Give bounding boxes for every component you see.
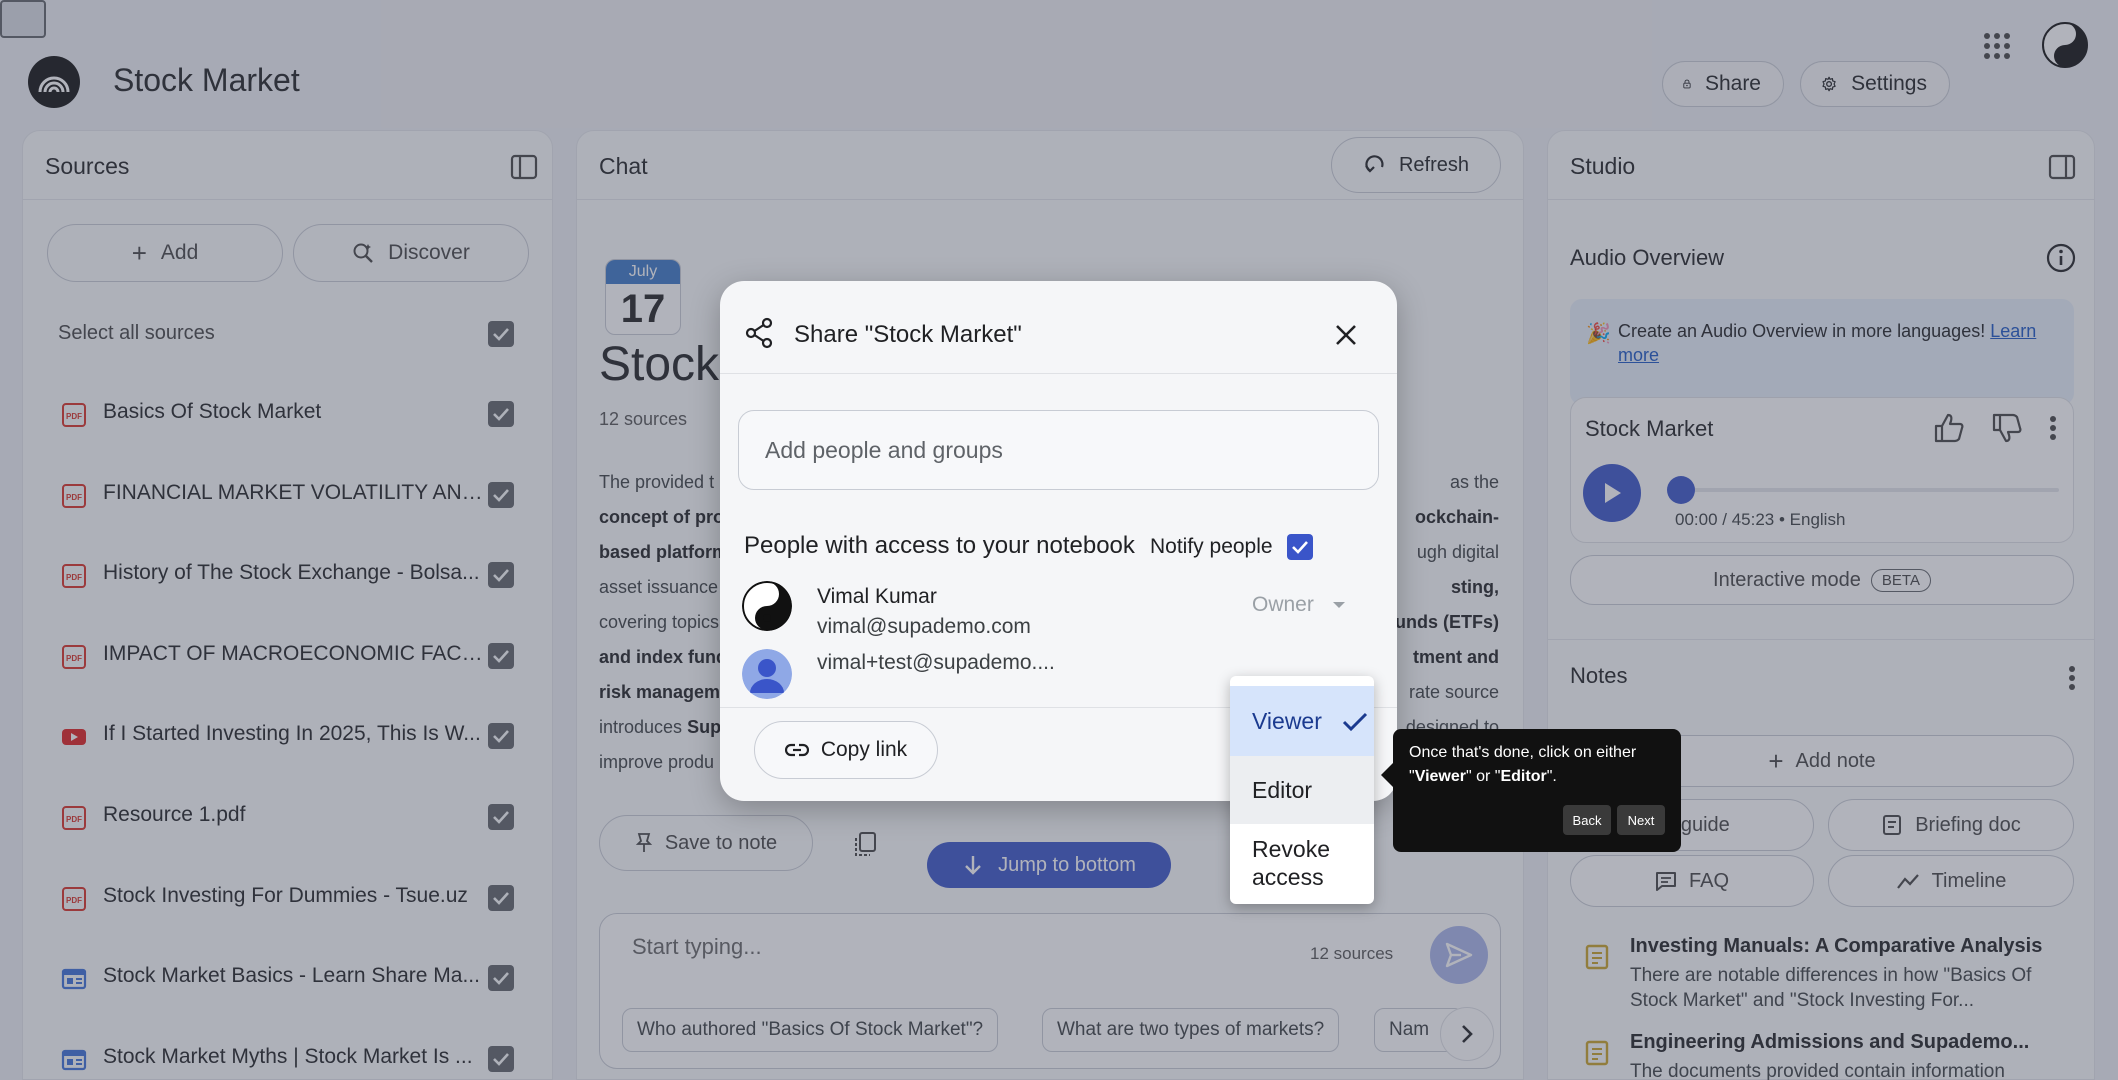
notify-people-label: Notify people (1150, 535, 1273, 558)
notify-people-checkbox[interactable] (1286, 534, 1313, 560)
share-icon (745, 317, 773, 349)
checkmark-icon (1342, 712, 1368, 732)
notify-people: Notify people (1150, 534, 1313, 560)
link-icon (784, 743, 809, 757)
tooltip-next-button[interactable]: Next (1617, 805, 1665, 835)
person-name: Vimal Kumar (817, 585, 937, 608)
dialog-divider (720, 373, 1397, 374)
person-row-owner: Vimal Kumar vimal@supademo.com Owner (720, 581, 1397, 641)
role-dropdown-menu: Viewer Editor Revoke access (1230, 676, 1374, 904)
role-label: Owner (1252, 593, 1314, 616)
check-icon (1291, 541, 1308, 554)
copy-link-button[interactable]: Copy link (754, 721, 938, 779)
role-option-editor[interactable]: Editor (1230, 756, 1374, 824)
caret-down-icon (1332, 602, 1345, 608)
role-option-revoke-access[interactable]: Revoke access (1230, 826, 1374, 900)
people-access-label: People with access to your notebook (744, 532, 1135, 559)
tooltip-back-button[interactable]: Back (1563, 805, 1611, 835)
tooltip-text: Once that's done, click on either "Viewe… (1409, 744, 1637, 785)
close-icon[interactable] (1334, 323, 1358, 347)
person-email: vimal@supademo.com (817, 615, 1031, 638)
owner-role: Owner (1252, 593, 1346, 617)
copy-link-label: Copy link (820, 738, 908, 761)
role-option-viewer[interactable]: Viewer (1230, 686, 1374, 756)
walkthrough-tooltip: Once that's done, click on either "Viewe… (1381, 729, 1681, 852)
share-dialog-title: Share "Stock Market" (794, 321, 1022, 348)
avatar (742, 581, 792, 631)
add-people-input[interactable]: Add people and groups (738, 410, 1379, 490)
avatar (742, 649, 792, 699)
person-email: vimal+test@supademo.... (817, 651, 1055, 674)
